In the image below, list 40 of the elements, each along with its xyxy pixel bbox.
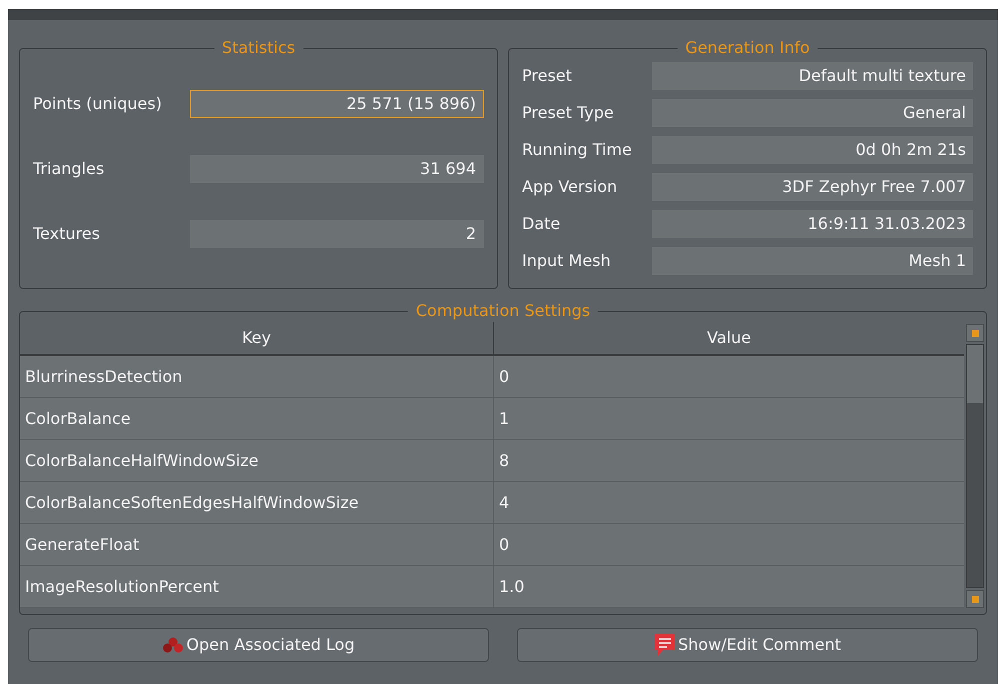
- scroll-up-icon[interactable]: [966, 324, 984, 342]
- table-cell-text: 8: [498, 450, 510, 472]
- table-cell: ColorBalanceSoftenEdgesHalfWindowSize: [20, 482, 494, 523]
- value-field: 0d 0h 2m 21s: [652, 136, 973, 164]
- table-cell: BlurrinessDetection: [20, 356, 494, 397]
- field-label: Preset: [522, 65, 572, 87]
- value-field: Mesh 1: [652, 247, 973, 275]
- value-field: 16:9:11 31.03.2023: [652, 210, 973, 238]
- field-label: Points (uniques): [33, 92, 162, 114]
- comment-icon: [654, 633, 676, 657]
- table-cell-text: 0: [498, 534, 510, 556]
- table-cell-text: 0: [498, 366, 510, 388]
- field-label: Input Mesh: [522, 250, 611, 272]
- value-field[interactable]: 25 571 (15 896): [190, 90, 484, 118]
- group-title: Computation Settings: [408, 301, 598, 321]
- action-button[interactable]: Open Associated Log: [28, 628, 489, 662]
- field-label: Preset Type: [522, 102, 614, 124]
- table-cell-text: 4: [498, 492, 510, 514]
- table-cell: GenerateFloat: [20, 524, 494, 565]
- scroll-down-icon[interactable]: [966, 590, 984, 608]
- table-cell: ColorBalance: [20, 398, 494, 439]
- table-cell: ColorBalanceHalfWindowSize: [20, 440, 494, 481]
- column-header[interactable]: Key: [20, 322, 494, 354]
- table-cell-text: 1: [498, 408, 510, 430]
- value-field[interactable]: 2: [190, 220, 484, 248]
- value-field: Default multi texture: [652, 62, 973, 90]
- value-field: 3DF Zephyr Free 7.007: [652, 173, 973, 201]
- value-field[interactable]: 31 694: [190, 154, 484, 182]
- scroll-thumb[interactable]: [967, 345, 983, 403]
- cluster-icon: [162, 637, 184, 653]
- field-label: App Version: [522, 176, 618, 198]
- field-label: Date: [522, 213, 560, 235]
- table-cell: ImageResolutionPercent: [20, 566, 494, 607]
- column-header[interactable]: Value: [494, 322, 964, 354]
- field-label: Triangles: [33, 158, 104, 180]
- field-label: Textures: [33, 222, 100, 244]
- table-cell-text: 1.0: [498, 576, 526, 598]
- field-label: Running Time: [522, 139, 632, 161]
- value-field: General: [652, 99, 973, 127]
- action-button[interactable]: Show/Edit Comment: [517, 628, 978, 662]
